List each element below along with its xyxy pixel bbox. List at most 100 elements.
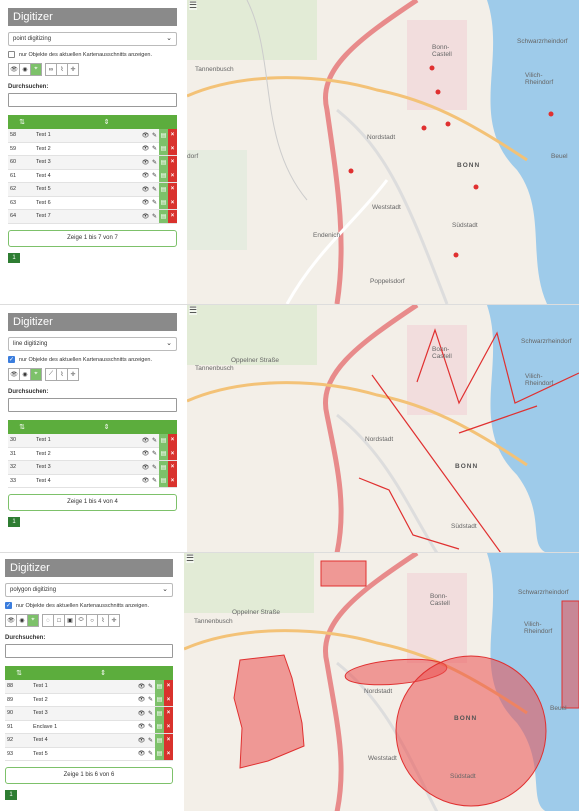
delete-icon[interactable]: × bbox=[168, 128, 177, 142]
eye-icon[interactable]: 👁 bbox=[141, 196, 150, 209]
edit-icon[interactable]: ✎ bbox=[150, 129, 159, 142]
zoom-icon[interactable]: ▤ bbox=[159, 155, 168, 169]
table-row[interactable]: 64 Test 7 👁 ✎ ▤ × bbox=[8, 209, 177, 224]
mode-select[interactable]: line digitizing ⌄ bbox=[8, 337, 177, 351]
line-tool-icon[interactable]: ⌖ bbox=[30, 368, 42, 381]
map-view[interactable]: ☰ Bonn- Castell Tannenbusch Oppelner Str… bbox=[187, 305, 579, 552]
zoom-icon[interactable]: ▤ bbox=[155, 706, 164, 720]
mode-select[interactable]: polygon digitizing ⌄ bbox=[5, 583, 173, 597]
eye-icon[interactable]: 👁 bbox=[141, 169, 150, 182]
sort-icon[interactable]: ⇕ bbox=[36, 118, 177, 126]
polygon-tool-icon[interactable]: ⌖ bbox=[27, 614, 39, 627]
eye-icon[interactable]: 👁 bbox=[141, 142, 150, 155]
table-row[interactable]: 90 Test 3 👁 ✎ ▤ × bbox=[5, 706, 173, 721]
table-row[interactable]: 91 Enclave 1 👁 ✎ ▤ × bbox=[5, 720, 173, 734]
eye-icon[interactable]: 👁 bbox=[137, 693, 146, 706]
eye-icon[interactable]: 👁 bbox=[137, 680, 146, 693]
sort-icon[interactable]: ⇕ bbox=[36, 423, 177, 431]
zoom-icon[interactable]: ▤ bbox=[155, 720, 164, 734]
extent-checkbox[interactable]: ✓ bbox=[5, 602, 12, 609]
search-input[interactable] bbox=[8, 398, 177, 412]
zoom-icon[interactable]: ▤ bbox=[159, 182, 168, 196]
zoom-icon[interactable]: ▤ bbox=[155, 747, 164, 761]
sort-icon[interactable]: ⇅ bbox=[8, 423, 36, 431]
edit-icon[interactable]: ✎ bbox=[150, 156, 159, 169]
zoom-icon[interactable]: ▤ bbox=[155, 693, 164, 707]
table-row[interactable]: 58 Test 1 👁 ✎ ▤ × bbox=[8, 128, 177, 143]
eye-icon[interactable]: 👁 bbox=[137, 747, 146, 760]
zoom-icon[interactable]: ▤ bbox=[159, 209, 168, 223]
extent-filter[interactable]: ✓ nur Objekte des aktuellen Kartenausschn… bbox=[8, 356, 177, 363]
menu-icon[interactable]: ☰ bbox=[189, 306, 198, 315]
point-tool-icon[interactable]: ⌖ bbox=[30, 63, 42, 76]
delete-icon[interactable]: × bbox=[168, 196, 177, 210]
search-input[interactable] bbox=[5, 644, 173, 658]
page-button[interactable]: 1 bbox=[5, 790, 17, 800]
delete-icon[interactable]: × bbox=[168, 209, 177, 223]
delete-icon[interactable]: × bbox=[168, 169, 177, 183]
sort-icon[interactable]: ⇅ bbox=[8, 118, 36, 126]
edit-icon[interactable]: ✎ bbox=[150, 196, 159, 209]
edit-icon[interactable]: ✎ bbox=[150, 461, 159, 474]
menu-icon[interactable]: ☰ bbox=[189, 1, 198, 10]
eye-icon[interactable]: 👁 bbox=[137, 720, 146, 733]
sort-icon[interactable]: ⇅ bbox=[5, 669, 33, 677]
edit-icon[interactable]: ✎ bbox=[150, 474, 159, 487]
table-row[interactable]: 61 Test 4 👁 ✎ ▤ × bbox=[8, 169, 177, 183]
extent-filter[interactable]: nur Objekte des aktuellen Kartenausschni… bbox=[8, 51, 177, 58]
table-row[interactable]: 88 Test 1 👁 ✎ ▤ × bbox=[5, 679, 173, 694]
eye-icon[interactable]: 👁 bbox=[141, 474, 150, 487]
table-row[interactable]: 32 Test 3 👁 ✎ ▤ × bbox=[8, 460, 177, 475]
table-row[interactable]: 60 Test 3 👁 ✎ ▤ × bbox=[8, 155, 177, 170]
table-row[interactable]: 63 Test 6 👁 ✎ ▤ × bbox=[8, 196, 177, 210]
zoom-icon[interactable]: ▤ bbox=[155, 679, 164, 693]
zoom-icon[interactable]: ▤ bbox=[159, 196, 168, 210]
eye-icon[interactable]: 👁 bbox=[137, 734, 146, 747]
edit-icon[interactable]: ✎ bbox=[150, 434, 159, 447]
sort-icon[interactable]: ⇕ bbox=[33, 669, 173, 677]
edit-icon[interactable]: ✎ bbox=[146, 747, 155, 760]
delete-icon[interactable]: × bbox=[164, 747, 173, 761]
table-row[interactable]: 92 Test 4 👁 ✎ ▤ × bbox=[5, 733, 173, 748]
delete-icon[interactable]: × bbox=[164, 720, 173, 734]
edit-icon[interactable]: ✎ bbox=[146, 707, 155, 720]
mode-select[interactable]: point digitizing ⌄ bbox=[8, 32, 177, 46]
extent-filter[interactable]: ✓ nur Objekte des aktuellen Kartenausschn… bbox=[5, 602, 173, 609]
delete-icon[interactable]: × bbox=[168, 182, 177, 196]
zoom-icon[interactable]: ▤ bbox=[159, 474, 168, 488]
eye-icon[interactable]: 👁 bbox=[141, 129, 150, 142]
delete-icon[interactable]: × bbox=[168, 460, 177, 474]
table-row[interactable]: 33 Test 4 👁 ✎ ▤ × bbox=[8, 474, 177, 488]
zoom-icon[interactable]: ▤ bbox=[159, 447, 168, 461]
merge-icon[interactable]: ✛ bbox=[108, 614, 120, 627]
eye-icon[interactable]: 👁 bbox=[141, 447, 150, 460]
table-row[interactable]: 89 Test 2 👁 ✎ ▤ × bbox=[5, 693, 173, 707]
eye-icon[interactable]: 👁 bbox=[141, 156, 150, 169]
edit-icon[interactable]: ✎ bbox=[150, 210, 159, 223]
delete-icon[interactable]: × bbox=[168, 142, 177, 156]
table-row[interactable]: 62 Test 5 👁 ✎ ▤ × bbox=[8, 182, 177, 197]
page-button[interactable]: 1 bbox=[8, 252, 20, 263]
eye-icon[interactable]: 👁 bbox=[141, 434, 150, 447]
edit-icon[interactable]: ✎ bbox=[146, 734, 155, 747]
extent-checkbox[interactable] bbox=[8, 51, 15, 58]
table-row[interactable]: 30 Test 1 👁 ✎ ▤ × bbox=[8, 433, 177, 448]
merge-icon[interactable]: ✛ bbox=[67, 368, 79, 381]
menu-icon[interactable]: ☰ bbox=[186, 554, 195, 563]
delete-icon[interactable]: × bbox=[164, 733, 173, 747]
edit-icon[interactable]: ✎ bbox=[150, 183, 159, 196]
delete-icon[interactable]: × bbox=[168, 447, 177, 461]
zoom-icon[interactable]: ▤ bbox=[159, 433, 168, 447]
edit-icon[interactable]: ✎ bbox=[146, 720, 155, 733]
extent-checkbox[interactable]: ✓ bbox=[8, 356, 15, 363]
eye-icon[interactable]: 👁 bbox=[141, 210, 150, 223]
delete-icon[interactable]: × bbox=[168, 474, 177, 488]
delete-icon[interactable]: × bbox=[164, 693, 173, 707]
delete-icon[interactable]: × bbox=[164, 679, 173, 693]
eye-icon[interactable]: 👁 bbox=[137, 707, 146, 720]
zoom-icon[interactable]: ▤ bbox=[159, 142, 168, 156]
delete-icon[interactable]: × bbox=[168, 155, 177, 169]
edit-icon[interactable]: ✎ bbox=[150, 142, 159, 155]
eye-icon[interactable]: 👁 bbox=[141, 461, 150, 474]
map-view[interactable]: ☰ Bonn- Castell Tannenbusch Oppelner Str… bbox=[184, 553, 579, 811]
